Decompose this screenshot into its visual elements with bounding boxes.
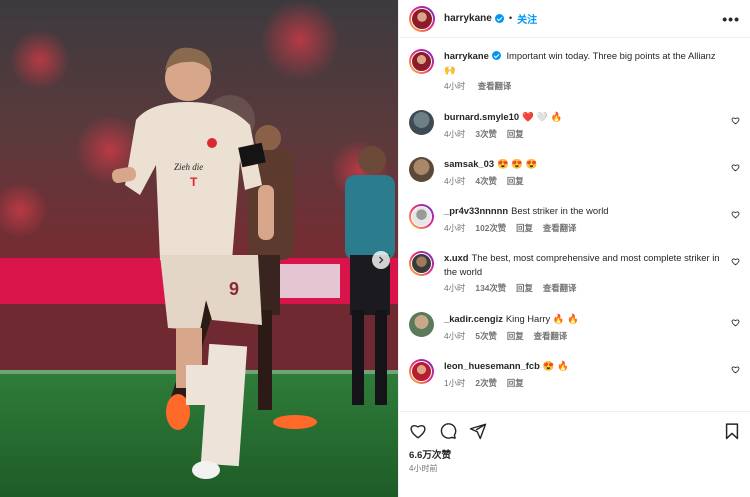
comment-username[interactable]: burnard.smyle10 [444, 111, 519, 122]
header-username[interactable]: harrykane [444, 13, 492, 24]
more-icon[interactable]: ••• [722, 12, 740, 26]
comment-text: 😍 🔥 [542, 360, 569, 371]
bookmark-icon[interactable] [724, 422, 740, 440]
svg-text:T: T [190, 175, 198, 189]
like-heart-icon[interactable] [409, 422, 427, 440]
comment-item: samsak_03 😍 😍 😍 4小时 4次赞 回复 [409, 157, 742, 187]
reply-button[interactable]: 回复 [516, 223, 533, 233]
heart-icon[interactable] [731, 116, 740, 125]
reply-button[interactable]: 回复 [507, 378, 524, 388]
comment-username[interactable]: x.uxd [444, 252, 469, 263]
player-photo: Zieh die T 9 [0, 0, 398, 497]
comment-time: 4小时 [444, 128, 466, 139]
comment-time: 4小时 [444, 330, 466, 341]
comment-time: 1小时 [444, 377, 466, 388]
heart-icon[interactable] [731, 257, 740, 266]
next-image-button[interactable] [372, 251, 390, 269]
comment-likes[interactable]: 134次赞 [475, 283, 506, 293]
post-actions: 6.6万次赞 4小时前 [399, 411, 750, 474]
post-header: harrykane • 关注 ••• [399, 0, 750, 38]
like-count[interactable]: 6.6万次赞 [409, 447, 740, 461]
avatar[interactable] [409, 110, 434, 135]
comment-item: _pr4v33nnnnn Best striker in the world 4小… [409, 204, 742, 234]
avatar[interactable] [409, 359, 434, 384]
comment-time: 4小时 [444, 175, 466, 186]
comment-item: leon_huesemann_fcb 😍 🔥 1小时 2次赞 回复 [409, 359, 742, 389]
translate-link[interactable]: 查看翻译 [534, 331, 568, 341]
verified-icon [491, 51, 501, 60]
comment-text: Best striker in the world [511, 205, 609, 216]
follow-button[interactable]: 关注 [517, 11, 537, 26]
comment-username[interactable]: samsak_03 [444, 158, 494, 169]
caption: harrykane Important win today. Three big… [409, 49, 742, 92]
comment-likes[interactable]: 4次赞 [475, 176, 496, 186]
heart-icon[interactable] [731, 318, 740, 327]
comment-text: The best, most comprehensive and most co… [444, 252, 720, 277]
avatar[interactable] [409, 49, 434, 74]
comments-list[interactable]: harrykane Important win today. Three big… [399, 38, 750, 411]
translate-link[interactable]: 查看翻译 [543, 283, 577, 293]
reply-button[interactable]: 回复 [507, 129, 524, 139]
comment-likes[interactable]: 3次赞 [475, 129, 496, 139]
comment-item: _kadir.cengiz King Harry 🔥 🔥 4小时 5次赞 回复 查看翻译 [409, 312, 742, 342]
heart-icon[interactable] [731, 163, 740, 172]
heart-icon[interactable] [731, 210, 740, 219]
chevron-right-icon [379, 256, 384, 264]
comment-username[interactable]: _pr4v33nnnnn [444, 205, 508, 216]
comment-username[interactable]: leon_huesemann_fcb [444, 360, 540, 371]
comment-username[interactable]: _kadir.cengiz [444, 313, 503, 324]
comment-likes[interactable]: 102次赞 [475, 223, 506, 233]
comment-text: ❤️ 🤍 🔥 [522, 111, 563, 122]
share-icon[interactable] [469, 422, 487, 440]
reply-button[interactable]: 回复 [507, 331, 524, 341]
post-time: 4小时前 [409, 464, 438, 473]
comment-likes[interactable]: 2次赞 [475, 378, 496, 388]
separator-dot: • [508, 13, 513, 24]
post-sidebar: harrykane • 关注 ••• harrykane Important w… [398, 0, 750, 497]
translate-link[interactable]: 查看翻译 [543, 223, 577, 233]
avatar[interactable] [409, 204, 434, 229]
comment-time: 4小时 [444, 222, 466, 233]
comment-text: King Harry 🔥 🔥 [505, 313, 579, 324]
comment-item: burnard.smyle10 ❤️ 🤍 🔥 4小时 3次赞 回复 [409, 110, 742, 140]
comment-likes[interactable]: 5次赞 [475, 331, 496, 341]
avatar[interactable] [409, 157, 434, 182]
comment-time: 4小时 [444, 283, 466, 293]
comment-icon[interactable] [439, 422, 457, 440]
avatar[interactable] [409, 312, 434, 337]
svg-text:9: 9 [229, 279, 239, 299]
translate-link[interactable]: 查看翻译 [478, 81, 512, 91]
reply-button[interactable]: 回复 [507, 176, 524, 186]
caption-username[interactable]: harrykane [444, 50, 489, 61]
avatar[interactable] [409, 5, 435, 32]
comment-text: 😍 😍 😍 [497, 158, 538, 169]
avatar[interactable] [409, 251, 434, 276]
reply-button[interactable]: 回复 [516, 283, 533, 293]
post-photo: Zieh die T 9 [0, 0, 398, 497]
svg-text:Zieh die: Zieh die [174, 162, 203, 172]
caption-time: 4小时 [444, 81, 466, 91]
verified-icon [494, 14, 504, 23]
heart-icon[interactable] [731, 365, 740, 374]
comment-item: x.uxd The best, most comprehensive and mo… [409, 251, 742, 294]
